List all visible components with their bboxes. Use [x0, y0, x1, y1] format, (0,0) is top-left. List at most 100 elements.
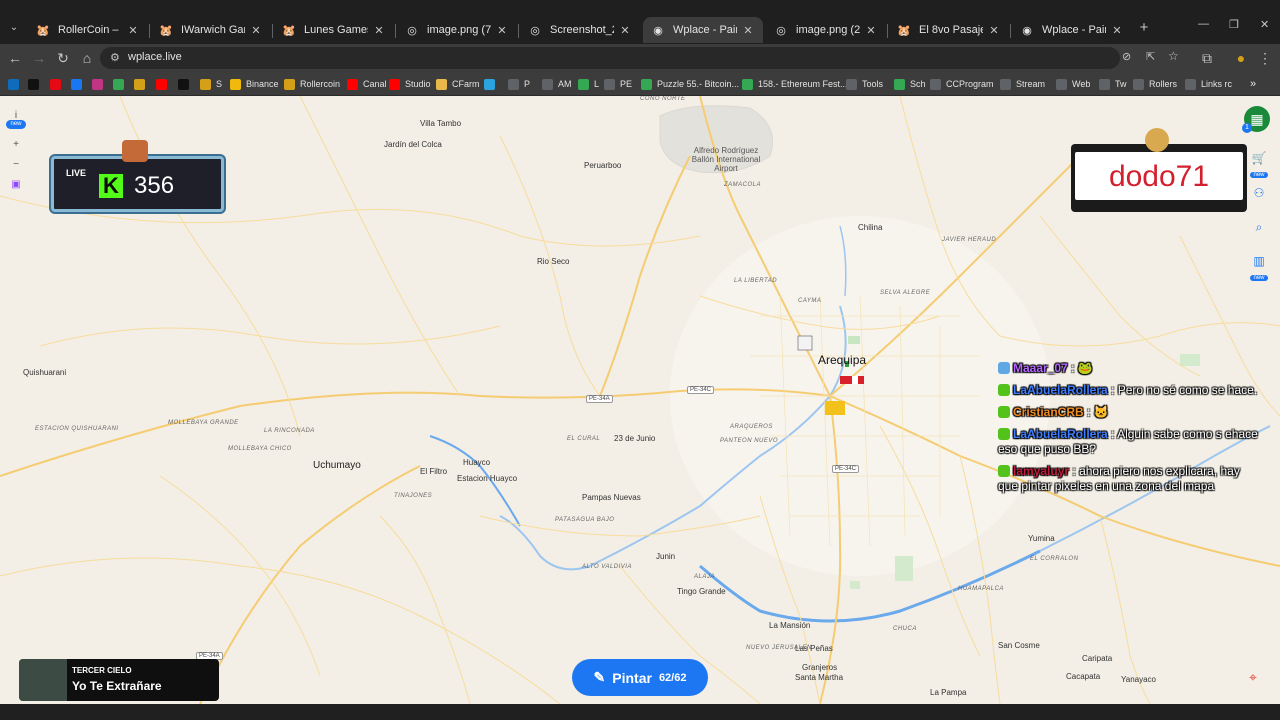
bookmark-item[interactable]: CCProgram	[930, 76, 994, 92]
zoom-out-button[interactable]: −	[6, 155, 26, 175]
tab[interactable]: ◉ Wplace - Paint the w ✕	[643, 17, 763, 43]
bookmark-item[interactable]	[28, 76, 44, 92]
bookmark-item[interactable]: PE	[604, 76, 632, 92]
search-icon[interactable]: ⌕	[1248, 220, 1270, 235]
bookmark-item[interactable]: CFarm	[436, 76, 480, 92]
bookmark-item[interactable]: Sch	[894, 76, 926, 92]
install-icon[interactable]: ⇱	[1146, 50, 1155, 63]
bookmark-item[interactable]: L	[578, 76, 599, 92]
bookmark-item[interactable]	[113, 76, 129, 92]
bookmarks-overflow-icon[interactable]: »	[1250, 76, 1256, 92]
map-place-label: Peruarboo	[584, 161, 622, 170]
bookmark-item[interactable]: Puzzle 55.- Bitcoin...	[641, 76, 739, 92]
bookmark-item[interactable]: Web	[1056, 76, 1090, 92]
url-text[interactable]: wplace.live	[128, 51, 182, 63]
bookmark-item[interactable]: Rollercoin	[284, 76, 340, 92]
bookmark-item[interactable]	[156, 76, 172, 92]
block-icon[interactable]: ⊘	[1122, 50, 1131, 63]
bookmark-item[interactable]: Binance	[230, 76, 279, 92]
bookmark-item[interactable]	[71, 76, 87, 92]
new-tab-button[interactable]: +	[1136, 20, 1152, 36]
back-icon[interactable]: ←	[6, 49, 24, 67]
store-button[interactable]: 🛒 new	[1248, 151, 1270, 179]
tab-separator	[395, 24, 396, 38]
map-canvas[interactable]: CONO NORTE Villa Tambo Jardín del Colca Per…	[0, 96, 1280, 704]
tab-title: Screenshot_2025080	[550, 24, 614, 36]
minimize-icon[interactable]: —	[1198, 18, 1209, 30]
chat-separator: :	[1111, 383, 1115, 397]
site-info-icon[interactable]: ⚙	[110, 51, 124, 65]
bookmark-item[interactable]: Tw	[1099, 76, 1127, 92]
tab-close-icon[interactable]: ✕	[1110, 24, 1124, 37]
twitch-icon[interactable]: ▣	[6, 175, 26, 195]
extensions-icon[interactable]: ⧉	[1198, 49, 1216, 67]
tab-close-icon[interactable]: ✕	[618, 24, 632, 37]
forward-icon[interactable]: →	[30, 49, 48, 67]
tab-close-icon[interactable]: ✕	[741, 24, 755, 37]
username-panel: dodo71	[1071, 144, 1247, 212]
bookmark-item[interactable]: Studio	[389, 76, 431, 92]
tab[interactable]: 🐹 RollerCoin – Online Bi ✕	[28, 17, 148, 43]
bookmark-item[interactable]	[134, 76, 150, 92]
bookmark-item[interactable]: S	[200, 76, 222, 92]
bookmark-star-icon[interactable]: ☆	[1168, 49, 1179, 63]
close-window-icon[interactable]: ✕	[1260, 18, 1269, 31]
tab-title: image.png (289×515)	[796, 24, 860, 36]
bookmark-icon	[508, 78, 519, 90]
tab-close-icon[interactable]: ✕	[372, 24, 386, 37]
home-icon[interactable]: ⌂	[78, 49, 96, 67]
tab-favicon-icon: ◎	[776, 24, 786, 37]
profile-icon[interactable]: ●	[1232, 49, 1250, 67]
bookmark-item[interactable]: P	[508, 76, 530, 92]
browser-window: ⌄ 🐹 RollerCoin – Online Bi ✕ 🐹 IWarwich Game…	[0, 0, 1280, 720]
bookmark-item[interactable]: Rollers	[1133, 76, 1177, 92]
address-bar[interactable]: ⚙ wplace.live ⊘ ⇱ ☆	[100, 47, 1179, 69]
zoom-in-button[interactable]: +	[6, 135, 26, 155]
reload-icon[interactable]: ↻	[54, 49, 72, 67]
tab-separator	[887, 24, 888, 38]
bookmark-item[interactable]	[50, 76, 66, 92]
tab-search-button[interactable]: ⌄	[6, 20, 22, 36]
locate-icon[interactable]: ⌖	[1244, 668, 1262, 686]
tab-close-icon[interactable]: ✕	[987, 24, 1001, 37]
route-shield: PE-34C	[832, 465, 860, 473]
bookmark-item[interactable]: 158.- Ethereum Fest...	[742, 76, 848, 92]
restore-icon[interactable]: ❐	[1229, 18, 1239, 31]
tab[interactable]: ◎ image.png (765×633) ✕	[397, 17, 517, 43]
alliance-icon[interactable]: ⚇	[1248, 186, 1270, 200]
menu-icon[interactable]: ⋮	[1256, 49, 1274, 67]
tab-separator	[149, 24, 150, 38]
bookmark-item[interactable]: Stream	[1000, 76, 1045, 92]
pet-avatar	[1145, 128, 1169, 152]
tab[interactable]: 🐹 Lunes Games | Roller ✕	[274, 17, 394, 43]
tab-close-icon[interactable]: ✕	[864, 24, 878, 37]
tab-close-icon[interactable]: ✕	[249, 24, 263, 37]
map-place-label: CHUCA	[893, 626, 917, 632]
bookmark-icon	[28, 78, 39, 90]
tab-close-icon[interactable]: ✕	[495, 24, 509, 37]
live-viewers-panel: LIVE K 356	[51, 156, 224, 212]
tab[interactable]: 🐹 El 8vo Pasajero Game ✕	[889, 17, 1009, 43]
map-place-label: ARAQUEROS	[730, 424, 773, 430]
bookmark-item[interactable]	[178, 76, 194, 92]
map-place-label: PATASAGUA BAJO	[555, 517, 615, 523]
bookmark-item[interactable]	[92, 76, 108, 92]
bookmark-item[interactable]: AM	[542, 76, 572, 92]
bookmark-item[interactable]: Tools	[846, 76, 883, 92]
tab[interactable]: ◉ Wplace - Paint the w ✕	[1012, 17, 1132, 43]
tab[interactable]: 🐹 IWarwich Games | Rol ✕	[151, 17, 271, 43]
chat-overlay: Maaar_07 : 🐸 LaAbuelaRollera : Pero no sé…	[998, 361, 1258, 501]
bookmark-item[interactable]	[8, 76, 24, 92]
bookmark-item[interactable]: Canal	[347, 76, 387, 92]
map-place-label: La Mansión	[769, 621, 811, 630]
map-place-label: EL CURAL	[567, 436, 601, 442]
tab-separator	[1010, 24, 1011, 38]
tab-close-icon[interactable]: ✕	[126, 24, 140, 37]
paint-button[interactable]: ✎ Pintar 62/62	[572, 659, 708, 696]
chat-message: lamyaluyr : ahora piero nos explicara, h…	[998, 464, 1258, 494]
tab[interactable]: ◎ image.png (289×515) ✕	[766, 17, 886, 43]
bookmark-item[interactable]	[484, 76, 500, 92]
bookmark-item[interactable]: Links rc	[1185, 76, 1232, 92]
leaderboard-button[interactable]: ▥ new	[1248, 254, 1270, 282]
tab[interactable]: ◎ Screenshot_2025080 ✕	[520, 17, 640, 43]
